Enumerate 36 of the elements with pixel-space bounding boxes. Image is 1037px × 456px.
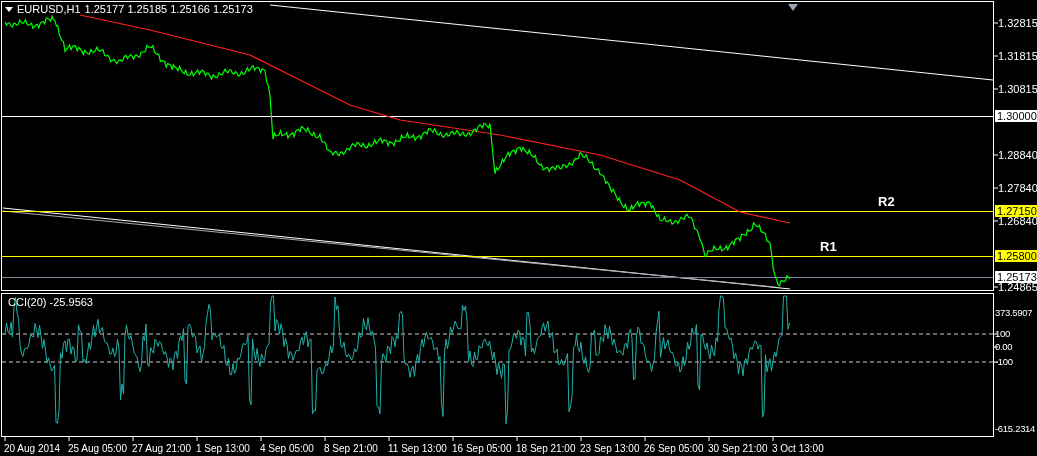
- indicator-axis-label: 100: [995, 328, 1010, 340]
- time-axis-label: 1 Sep 13:00: [196, 443, 250, 454]
- time-axis-label: 27 Aug 21:00: [132, 443, 191, 454]
- price-axis-label: 1.26840: [998, 215, 1037, 227]
- time-axis-label: 26 Sep 05:00: [644, 443, 704, 454]
- time-axis-label: 8 Sep 21:00: [324, 443, 378, 454]
- indicator-axis-label: 373.5907: [995, 307, 1033, 319]
- symbol-title: EURUSD,H1: [17, 3, 81, 16]
- indicator-axis-label: -100: [995, 356, 1013, 368]
- level-price-label: 1.25800: [995, 250, 1037, 262]
- time-axis-label: 3 Oct 13:00: [772, 443, 824, 454]
- time-axis-label: 23 Sep 13:00: [580, 443, 640, 454]
- shift-marker-icon[interactable]: [788, 4, 798, 11]
- time-axis-label: 11 Sep 13:00: [388, 443, 447, 454]
- price-axis-label: 1.28840: [998, 149, 1037, 161]
- time-axis-label: 30 Sep 21:00: [708, 443, 768, 454]
- ohlc-values: 1.25177 1.25185 1.25166 1.25173: [84, 3, 253, 16]
- level-price-label: 1.27150: [995, 205, 1037, 217]
- time-axis-label: 25 Aug 05:00: [68, 443, 127, 454]
- menu-triangle-icon[interactable]: [5, 7, 13, 12]
- level-tag: R1: [820, 240, 837, 254]
- time-axis-label: 20 Aug 2014: [4, 443, 61, 454]
- indicator-axis-label: -615.2314: [995, 423, 1036, 435]
- level-tag: R2: [878, 195, 895, 209]
- level-price-label: 1.30000: [995, 110, 1037, 122]
- price-axis-label: 1.31815: [998, 50, 1037, 62]
- indicator-axis-label: 0.00: [995, 341, 1013, 353]
- price-axis-label: 1.32815: [998, 17, 1037, 29]
- time-axis-label: 18 Sep 21:00: [516, 443, 576, 454]
- price-axis-label: 1.30815: [998, 83, 1037, 95]
- time-axis-label: 4 Sep 05:00: [260, 443, 314, 454]
- level-price-label: 1.25173: [995, 271, 1037, 283]
- price-axis-label: 1.27840: [998, 182, 1037, 194]
- indicator-title: CCI(20) -25.9563: [8, 296, 93, 309]
- price-axis-label: 1.24865: [998, 281, 1037, 293]
- time-axis-label: 16 Sep 05:00: [452, 443, 512, 454]
